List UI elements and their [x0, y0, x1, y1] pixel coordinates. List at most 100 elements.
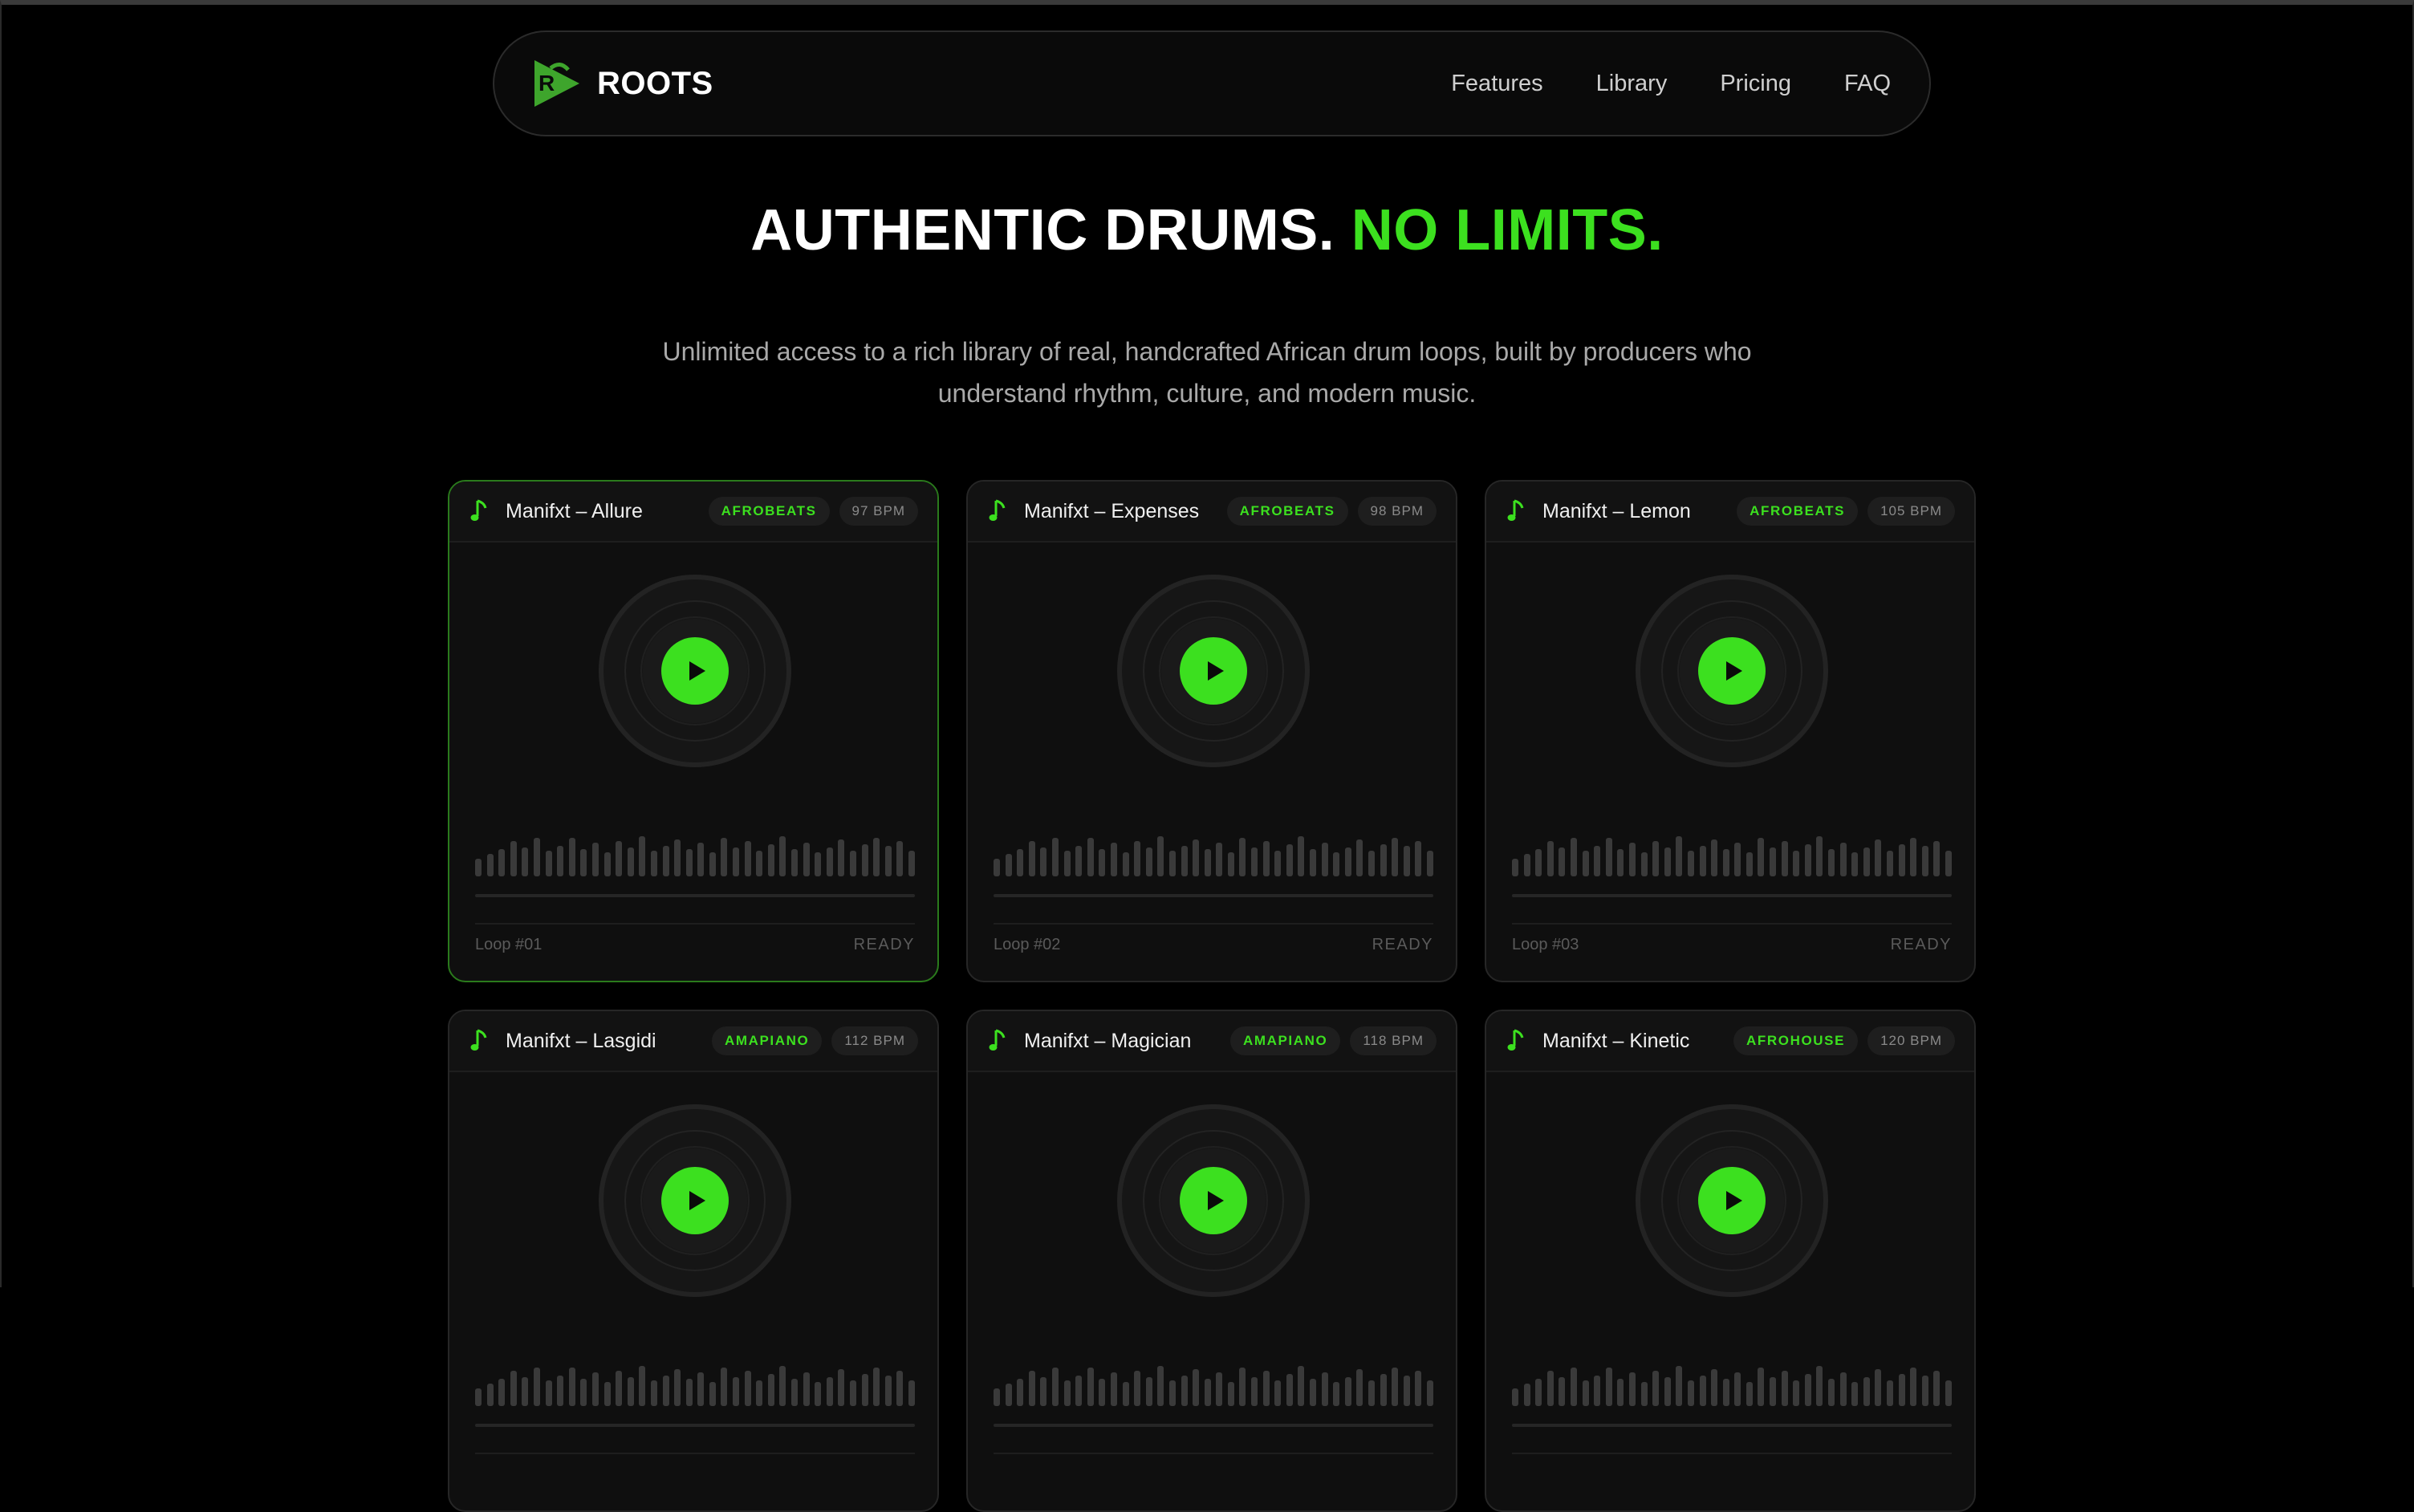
waveform[interactable] [475, 1361, 915, 1406]
play-button[interactable] [1698, 637, 1766, 705]
waveform-bar [1758, 1368, 1765, 1406]
loop-title: Manifxt – Expenses [1024, 499, 1200, 522]
waveform-bar [791, 849, 799, 876]
waveform-bar [1711, 839, 1718, 876]
loop-card[interactable]: Manifxt – Kinetic AFROHOUSE 120 BPM [1485, 1010, 1976, 1512]
waveform[interactable] [1512, 831, 1952, 876]
play-button[interactable] [1698, 1167, 1766, 1234]
waveform-bar [1122, 852, 1129, 876]
waveform-bar [1851, 852, 1859, 876]
waveform-bar [1570, 1368, 1577, 1406]
play-button[interactable] [1180, 637, 1247, 705]
waveform-bar [1426, 851, 1433, 876]
waveform-bar [861, 844, 868, 876]
waveform-bar [604, 852, 611, 876]
waveform-bar [1523, 1384, 1530, 1406]
waveform-bar [756, 851, 763, 876]
card-divider [475, 923, 915, 925]
waveform-bar [1298, 836, 1305, 876]
nav-link-faq[interactable]: FAQ [1844, 71, 1891, 97]
play-button[interactable] [1180, 1167, 1247, 1234]
loop-card[interactable]: Manifxt – Expenses AFROBEATS 98 BPM Loop… [966, 480, 1457, 982]
waveform-bar [1546, 1371, 1554, 1406]
loop-card[interactable]: Manifxt – Allure AFROBEATS 97 BPM Loop #… [448, 480, 939, 982]
waveform-bar [1816, 1366, 1823, 1406]
waveform-bar [1594, 1376, 1601, 1406]
waveform-bar [1392, 838, 1399, 876]
progress-track[interactable] [1512, 1424, 1952, 1427]
waveform-bar [616, 841, 623, 876]
progress-track[interactable] [475, 1424, 915, 1427]
loop-card[interactable]: Manifxt – Magician AMAPIANO 118 BPM [966, 1010, 1457, 1512]
play-button[interactable] [661, 637, 729, 705]
waveform-bar [1028, 1371, 1035, 1406]
waveform-bar [1851, 1382, 1859, 1406]
waveform[interactable] [1512, 1361, 1952, 1406]
waveform-bar [1075, 846, 1083, 876]
waveform-bar [994, 859, 1000, 876]
waveform-bar [744, 1371, 751, 1406]
waveform-bar [1227, 852, 1234, 876]
play-icon [1208, 1191, 1224, 1210]
bpm-badge: 118 BPM [1350, 1026, 1437, 1055]
waveform[interactable] [994, 831, 1433, 876]
loop-card[interactable]: Manifxt – Lemon AFROBEATS 105 BPM Loop #… [1485, 480, 1976, 982]
genre-badge: AMAPIANO [711, 1026, 823, 1055]
vinyl-disc [1117, 1104, 1310, 1297]
waveform-bar [1781, 841, 1788, 876]
waveform[interactable] [475, 831, 915, 876]
music-note-icon [1507, 499, 1524, 521]
play-icon [1208, 661, 1224, 681]
waveform-bar [861, 1374, 868, 1406]
play-button[interactable] [661, 1167, 729, 1234]
waveform-bar [1605, 1368, 1612, 1406]
waveform-bar [662, 846, 669, 876]
waveform-bar [604, 1382, 611, 1406]
waveform-bar [591, 1372, 599, 1406]
progress-track[interactable] [994, 1424, 1433, 1427]
loop-status: READY [1890, 936, 1952, 953]
waveform-bar [1863, 1377, 1870, 1406]
waveform-bar [1333, 1382, 1340, 1406]
waveform-bar [779, 1366, 786, 1406]
progress-track[interactable] [994, 894, 1433, 897]
waveform-bar [1087, 1368, 1094, 1406]
waveform-bar [1898, 844, 1905, 876]
waveform-bar [498, 849, 506, 876]
waveform-bar [1168, 1380, 1176, 1406]
waveform-bar [1758, 838, 1765, 876]
waveform[interactable] [994, 1361, 1433, 1406]
nav-link-library[interactable]: Library [1596, 71, 1668, 97]
vinyl-disc [1117, 575, 1310, 767]
nav-link-pricing[interactable]: Pricing [1720, 71, 1791, 97]
nav-link-features[interactable]: Features [1451, 71, 1542, 97]
waveform-bar [1274, 1380, 1282, 1406]
progress-track[interactable] [1512, 894, 1952, 897]
loop-card-footer: Loop #03 READY [1512, 936, 1952, 954]
waveform-bar [1415, 841, 1422, 876]
waveform-bar [1628, 1372, 1636, 1406]
waveform-bar [1722, 849, 1729, 876]
waveform-bar [1063, 1380, 1071, 1406]
card-divider [1512, 1453, 1952, 1454]
waveform-bar [826, 847, 833, 876]
waveform-bar [1356, 839, 1363, 876]
loop-title: Manifxt – Lasgidi [506, 1029, 656, 1052]
loop-title: Manifxt – Lemon [1542, 499, 1691, 522]
card-divider [994, 923, 1433, 925]
loop-card[interactable]: Manifxt – Lasgidi AMAPIANO 112 BPM [448, 1010, 939, 1512]
brand[interactable]: R ROOTS [531, 57, 713, 110]
waveform-bar [1570, 838, 1577, 876]
waveform-bar [1181, 1376, 1188, 1406]
waveform-bar [1617, 1379, 1624, 1406]
waveform-bar [1687, 851, 1694, 876]
waveform-bar [838, 839, 845, 876]
waveform-bar [803, 843, 810, 876]
waveform-bar [1251, 847, 1258, 876]
waveform-bar [1344, 847, 1351, 876]
loop-status: READY [1372, 936, 1433, 953]
loop-card-header: Manifxt – Lasgidi AMAPIANO 112 BPM [449, 1011, 937, 1072]
progress-track[interactable] [475, 894, 915, 897]
waveform-bar [1546, 841, 1554, 876]
waveform-bar [896, 1371, 904, 1406]
